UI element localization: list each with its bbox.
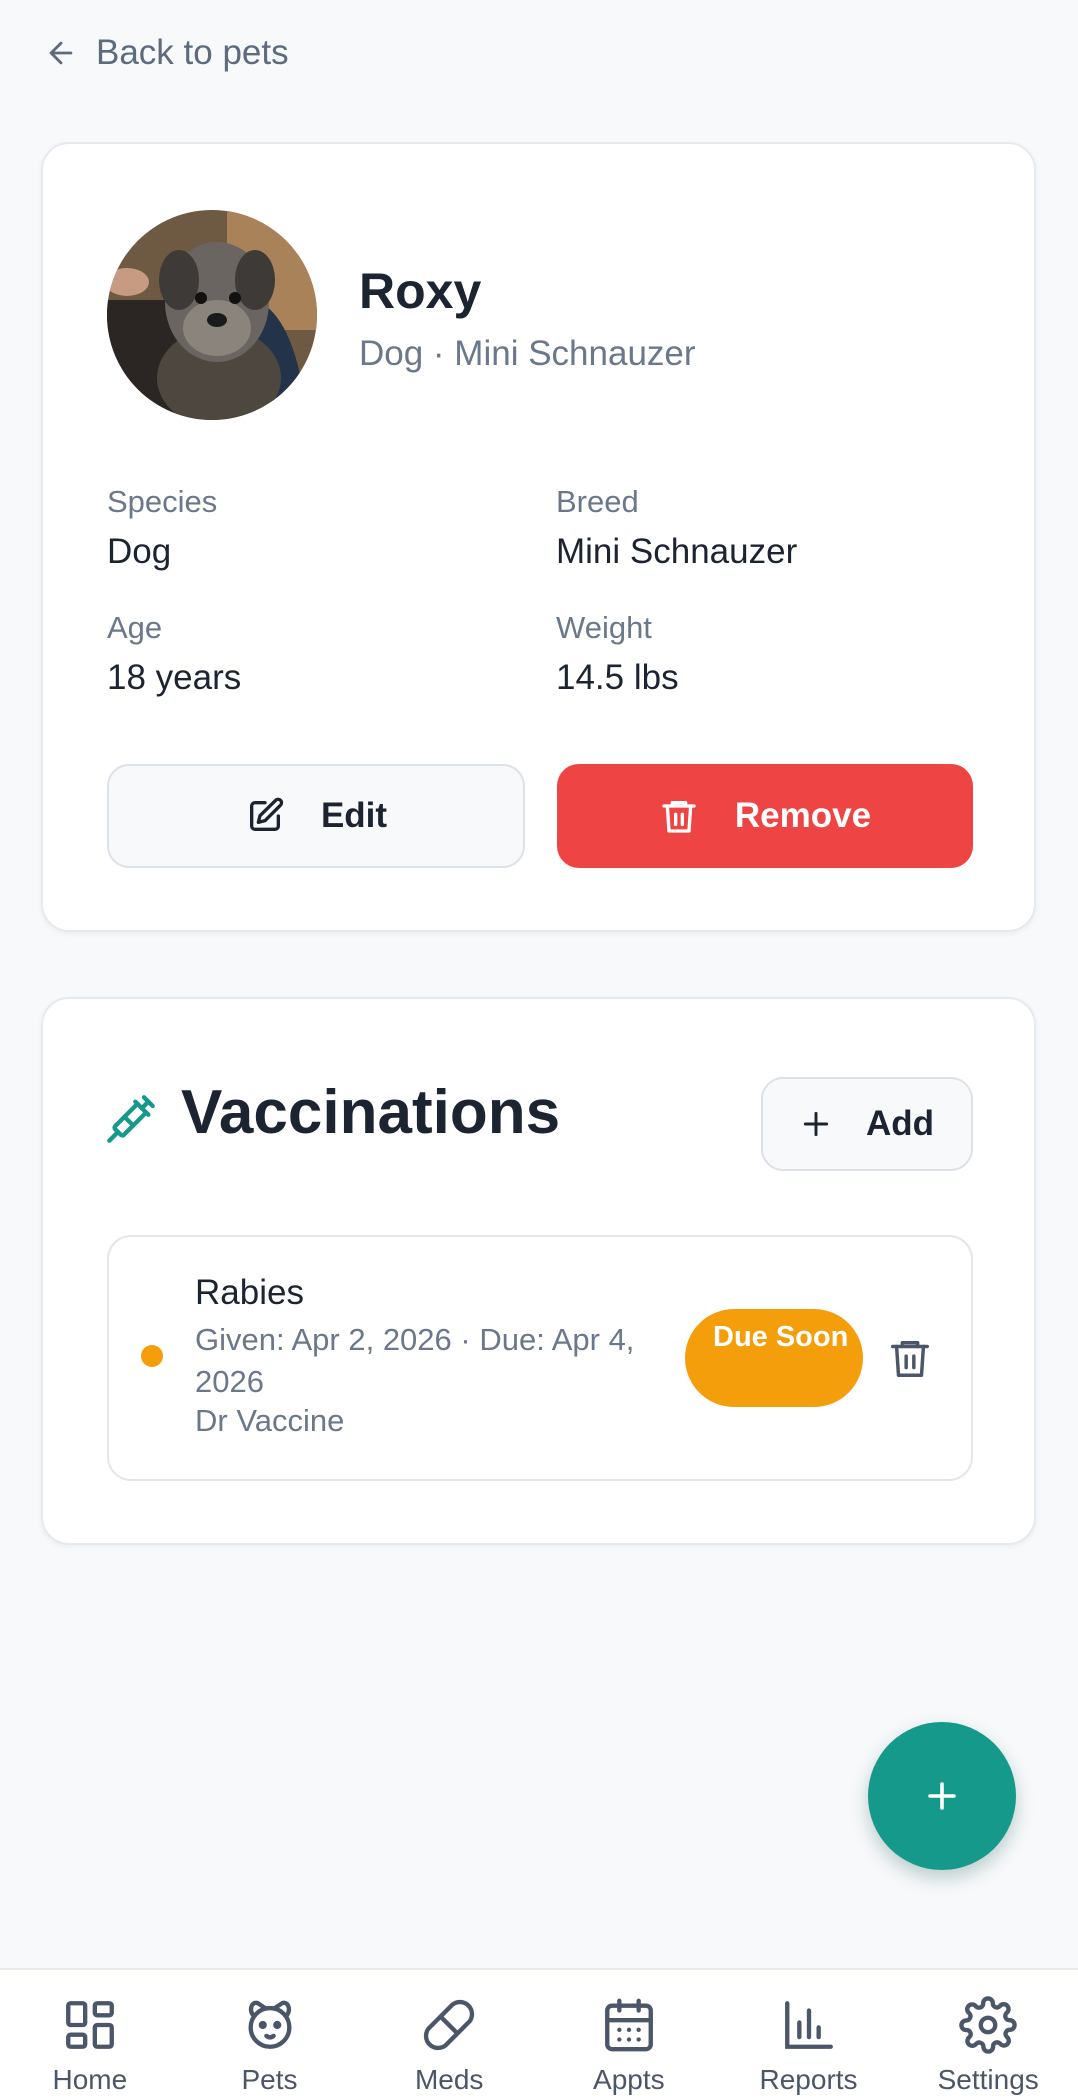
vaccination-name: Rabies <box>195 1273 304 1312</box>
vaccinations-card: Vaccinations Add Rabies Given: Apr 2, 20… <box>41 997 1036 1545</box>
trash-icon <box>891 1340 929 1377</box>
weight-stat: Weight 14.5 lbs <box>556 610 679 698</box>
remove-button-label: Remove <box>734 796 872 835</box>
vaccination-dates: Given: Apr 2, 2026 · Due: Apr 4, 2026 <box>195 1322 635 1399</box>
species-stat: Species Dog <box>107 484 217 572</box>
nav-item-pets[interactable]: Pets <box>180 1970 360 2098</box>
edit-button[interactable]: Edit <box>107 764 525 868</box>
vaccinations-title: Vaccinations <box>181 1078 561 1147</box>
status-badge: Due Soon <box>685 1309 863 1407</box>
nav-item-settings[interactable]: Settings <box>898 1970 1078 2098</box>
back-to-pets-link[interactable]: Back to pets <box>44 30 289 76</box>
add-fab-button[interactable] <box>868 1722 1016 1870</box>
vaccination-vet: Dr Vaccine <box>195 1403 345 1438</box>
nav-item-home[interactable]: Home <box>0 1970 180 2098</box>
pet-profile-card: Roxy Dog · Mini Schnauzer Species Dog Br… <box>41 142 1036 932</box>
weight-value: 14.5 lbs <box>556 658 679 697</box>
species-value: Dog <box>107 532 172 571</box>
arrow-left-icon <box>49 41 73 65</box>
calendar-icon <box>604 1998 653 2052</box>
nav-label-pets: Pets <box>241 2064 298 2095</box>
nav-label-home: Home <box>52 2064 128 2095</box>
plus-icon <box>803 1111 829 1137</box>
back-link-label: Back to pets <box>96 33 289 72</box>
paw-icon <box>247 2000 292 2049</box>
remove-button[interactable]: Remove <box>557 764 973 868</box>
nav-item-appts[interactable]: Appts <box>539 1970 719 2098</box>
pet-name: Roxy <box>359 263 482 319</box>
pet-subtitle: Dog · Mini Schnauzer <box>359 334 696 373</box>
nav-item-reports[interactable]: Reports <box>719 1970 899 2098</box>
nav-label-meds: Meds <box>414 2064 484 2095</box>
nav-label-reports: Reports <box>759 2064 858 2095</box>
edit-icon <box>249 797 284 831</box>
bottom-nav: Home Pets Meds Appts Reports Settings <box>0 1968 1078 2098</box>
nav-item-meds[interactable]: Meds <box>359 1970 539 2098</box>
breed-value: Mini Schnauzer <box>556 532 798 571</box>
status-dot <box>141 1345 163 1367</box>
nav-label-settings: Settings <box>937 2064 1039 2095</box>
age-value: 18 years <box>107 658 242 697</box>
pet-avatar <box>107 210 317 420</box>
breed-stat: Breed Mini Schnauzer <box>556 484 797 572</box>
delete-vaccination-button[interactable] <box>887 1333 933 1383</box>
syringe-icon <box>107 1095 155 1143</box>
vaccination-item[interactable]: Rabies Given: Apr 2, 2026 · Due: Apr 4, … <box>107 1235 973 1481</box>
nav-label-appts: Appts <box>593 2064 665 2095</box>
add-vaccination-button[interactable]: Add <box>761 1077 973 1171</box>
add-button-label: Add <box>865 1104 935 1143</box>
trash-icon <box>662 801 696 833</box>
chart-icon <box>784 2001 833 2049</box>
edit-button-label: Edit <box>320 796 388 835</box>
weight-label: Weight <box>556 610 652 645</box>
gear-icon <box>959 1996 1017 2054</box>
breed-label: Breed <box>556 484 639 519</box>
pill-icon <box>424 1999 475 2051</box>
plus-icon <box>928 1782 956 1810</box>
age-stat: Age 18 years <box>107 610 241 698</box>
age-label: Age <box>107 610 163 645</box>
home-icon <box>65 2001 114 2049</box>
status-badge-label: Due Soon <box>713 1321 849 1353</box>
species-label: Species <box>107 484 218 519</box>
